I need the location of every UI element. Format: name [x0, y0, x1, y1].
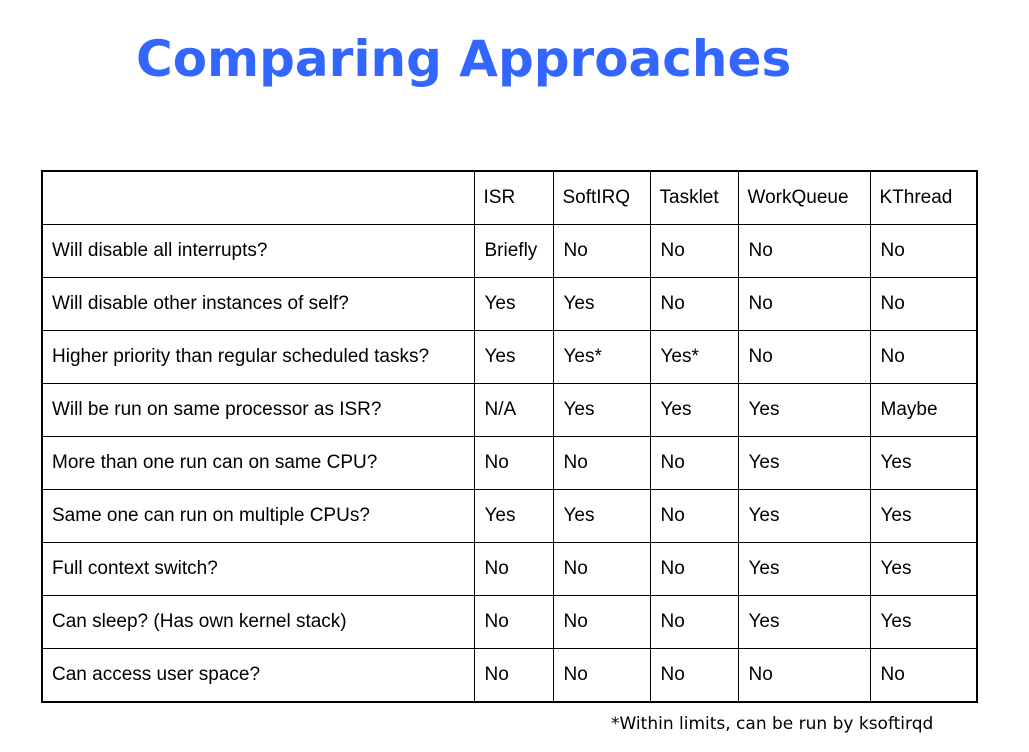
table-cell: Yes — [869, 489, 978, 543]
table-cell: Yes — [552, 383, 651, 437]
table-cell: N/A — [473, 383, 554, 437]
table-cell: No — [869, 277, 978, 331]
table-cell: No — [869, 224, 978, 278]
table-cell: Yes — [649, 383, 739, 437]
header-cell-workqueue: WorkQueue — [737, 170, 871, 225]
row-label: Full context switch? — [41, 542, 475, 596]
footnote: *Within limits, can be run by ksoftirqd — [611, 714, 934, 734]
table-cell: No — [649, 542, 739, 596]
table-cell: No — [737, 648, 871, 703]
row-label: Same one can run on multiple CPUs? — [41, 489, 475, 543]
row-label: Can sleep? (Has own kernel stack) — [41, 595, 475, 649]
table-row: More than one run can on same CPU? No No… — [41, 436, 978, 490]
table-cell: Yes — [552, 489, 651, 543]
table-cell: Maybe — [869, 383, 978, 437]
table-cell: No — [473, 648, 554, 703]
table-cell: Yes* — [649, 330, 739, 384]
table-cell: No — [649, 648, 739, 703]
table-cell: Yes — [869, 436, 978, 490]
header-cell-tasklet: Tasklet — [649, 170, 739, 225]
table-row: Can access user space? No No No No No — [41, 648, 978, 703]
table-row: Will disable other instances of self? Ye… — [41, 277, 978, 331]
table-cell: No — [473, 595, 554, 649]
header-cell-isr: ISR — [473, 170, 554, 225]
comparison-table: ISR SoftIRQ Tasklet WorkQueue KThread Wi… — [41, 170, 978, 703]
table-cell: No — [473, 542, 554, 596]
table-cell: Yes — [869, 595, 978, 649]
table-cell: No — [473, 436, 554, 490]
table-cell: Yes — [473, 277, 554, 331]
row-label: Higher priority than regular scheduled t… — [41, 330, 475, 384]
table-cell: No — [649, 224, 739, 278]
table-row: Higher priority than regular scheduled t… — [41, 330, 978, 384]
header-cell-blank — [41, 170, 475, 225]
table-row: Same one can run on multiple CPUs? Yes Y… — [41, 489, 978, 543]
table-header-row: ISR SoftIRQ Tasklet WorkQueue KThread — [41, 170, 978, 225]
table-cell: Yes — [737, 489, 871, 543]
table-cell: No — [869, 648, 978, 703]
row-label: Will be run on same processor as ISR? — [41, 383, 475, 437]
table-cell: Yes — [869, 542, 978, 596]
table-cell: Yes — [737, 383, 871, 437]
header-cell-kthread: KThread — [869, 170, 978, 225]
table-cell: Yes — [737, 542, 871, 596]
table-cell: No — [552, 436, 651, 490]
table-cell: No — [552, 595, 651, 649]
table-cell: No — [737, 277, 871, 331]
table-cell: No — [649, 277, 739, 331]
table-row: Will be run on same processor as ISR? N/… — [41, 383, 978, 437]
header-cell-softirq: SoftIRQ — [552, 170, 651, 225]
slide-title: Comparing Approaches — [136, 30, 792, 88]
table-cell: No — [649, 595, 739, 649]
table-cell: No — [649, 436, 739, 490]
table-cell: No — [737, 330, 871, 384]
table-cell: No — [552, 542, 651, 596]
row-label: Will disable all interrupts? — [41, 224, 475, 278]
table-cell: Yes — [552, 277, 651, 331]
table-cell: Yes — [473, 489, 554, 543]
table-cell: Yes* — [552, 330, 651, 384]
table-cell: Yes — [737, 595, 871, 649]
table-cell: Briefly — [473, 224, 554, 278]
table-cell: No — [552, 224, 651, 278]
table-cell: No — [737, 224, 871, 278]
table-cell: Yes — [473, 330, 554, 384]
table-cell: No — [869, 330, 978, 384]
row-label: More than one run can on same CPU? — [41, 436, 475, 490]
row-label: Will disable other instances of self? — [41, 277, 475, 331]
table-row: Can sleep? (Has own kernel stack) No No … — [41, 595, 978, 649]
table-cell: Yes — [737, 436, 871, 490]
table-cell: No — [649, 489, 739, 543]
table-cell: No — [552, 648, 651, 703]
table-row: Will disable all interrupts? Briefly No … — [41, 224, 978, 278]
table-row: Full context switch? No No No Yes Yes — [41, 542, 978, 596]
row-label: Can access user space? — [41, 648, 475, 703]
